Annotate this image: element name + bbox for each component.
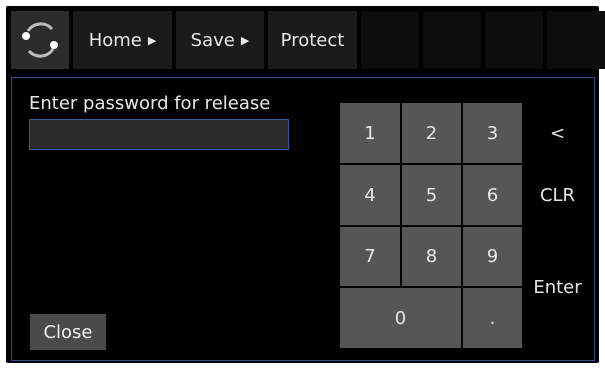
key-decimal[interactable]: . (463, 288, 522, 348)
clear-button[interactable]: CLR (525, 165, 590, 225)
key-5[interactable]: 5 (402, 165, 461, 225)
key-9[interactable]: 9 (463, 227, 522, 286)
key-8[interactable]: 8 (402, 227, 461, 286)
password-prompt: Enter password for release (29, 93, 271, 114)
chevron-right-icon: ▶ (240, 33, 250, 47)
breadcrumb-home-label: Home (88, 29, 142, 51)
empty-tab-slot (485, 11, 543, 69)
password-input[interactable] (29, 119, 289, 150)
key-1[interactable]: 1 (340, 103, 400, 163)
close-button[interactable]: Close (30, 314, 106, 350)
enter-button[interactable]: Enter (525, 227, 590, 348)
breadcrumb-save-label: Save (190, 29, 235, 51)
top-bar: Home ▶ Save ▶ Protect (11, 11, 605, 69)
chevron-right-icon: ▶ (147, 33, 157, 47)
breadcrumb-protect-label: Protect (280, 29, 345, 51)
key-0[interactable]: 0 (340, 288, 461, 348)
key-6[interactable]: 6 (463, 165, 522, 225)
breadcrumb-save[interactable]: Save ▶ (176, 11, 264, 69)
breadcrumb-home[interactable]: Home ▶ (73, 11, 172, 69)
key-4[interactable]: 4 (340, 165, 400, 225)
key-2[interactable]: 2 (402, 103, 461, 163)
key-7[interactable]: 7 (340, 227, 400, 286)
key-3[interactable]: 3 (463, 103, 522, 163)
empty-tab-slot (361, 11, 419, 69)
logo-icon (22, 22, 58, 58)
backspace-button[interactable]: < (525, 103, 590, 163)
app-logo[interactable] (11, 11, 69, 69)
breadcrumb-protect[interactable]: Protect (268, 11, 357, 69)
empty-tab-slot (547, 11, 605, 69)
empty-tab-slot (423, 11, 481, 69)
